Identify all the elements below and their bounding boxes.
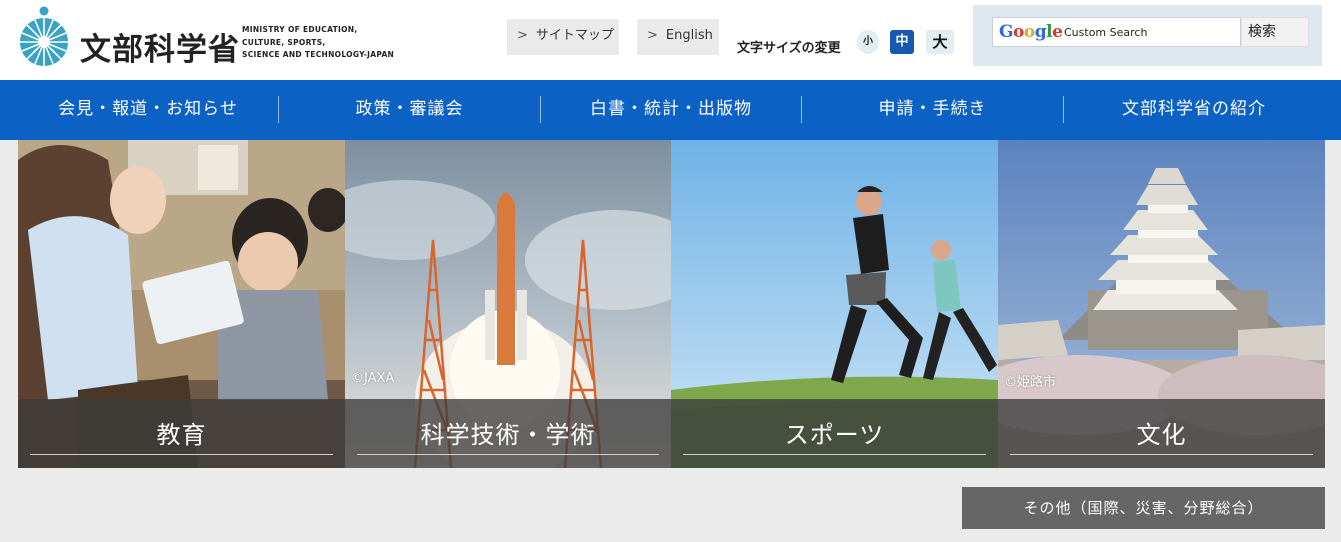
google-logo: Google [999, 22, 1063, 42]
search-area: Google Custom Search 検索 [973, 5, 1322, 66]
tile-caption: 科学技術・学術 [345, 399, 671, 468]
tile-underline [30, 454, 333, 455]
nav-item-policy[interactable]: 政策・審議会 [279, 80, 540, 140]
font-size-large-button[interactable]: 大 [926, 30, 954, 54]
english-link[interactable]: > English [637, 19, 719, 55]
tile-education[interactable]: 教育 [18, 140, 345, 468]
global-nav: 会見・報道・お知らせ 政策・審議会 白書・統計・出版物 申請・手続き 文部科学省… [0, 80, 1341, 140]
tile-label: 文化 [1136, 421, 1187, 449]
mext-logo[interactable]: 文部科学省 MINISTRY OF EDUCATION, CULTURE, SP… [18, 6, 418, 70]
tile-underline [683, 454, 986, 455]
font-size-small-button[interactable]: 小 [857, 30, 879, 54]
search-button[interactable]: 検索 [1241, 17, 1309, 47]
nav-item-application[interactable]: 申請・手続き [802, 80, 1063, 140]
nav-item-whitepaper[interactable]: 白書・統計・出版物 [541, 80, 801, 140]
logo-mark-icon [20, 6, 68, 66]
other-categories-button[interactable]: その他（国際、災害、分野総合） [962, 487, 1325, 529]
tile-caption: スポーツ [671, 399, 998, 468]
nav-item-about[interactable]: 文部科学省の紹介 [1064, 80, 1324, 140]
photo-credit: ©JAXA [351, 371, 395, 386]
custom-search-placeholder: Custom Search [1064, 26, 1148, 39]
logo-title-en: MINISTRY OF EDUCATION, CULTURE, SPORTS, … [242, 25, 395, 59]
tile-underline [357, 454, 659, 455]
nav-item-press[interactable]: 会見・報道・お知らせ [18, 80, 278, 140]
chevron-right-icon: > [647, 28, 658, 43]
tile-science[interactable]: ©JAXA 科学技術・学術 [345, 140, 671, 468]
tile-label: 科学技術・学術 [420, 421, 596, 449]
site-header: 文部科学省 MINISTRY OF EDUCATION, CULTURE, SP… [0, 0, 1341, 80]
sitemap-label: サイトマップ [535, 28, 614, 43]
tile-culture[interactable]: ©姫路市 文化 [998, 140, 1325, 468]
tile-label: スポーツ [784, 421, 885, 449]
chevron-right-icon: > [517, 28, 528, 43]
search-input[interactable]: Google Custom Search [992, 17, 1241, 47]
photo-credit: ©姫路市 [1004, 375, 1057, 390]
tile-underline [1010, 454, 1313, 455]
font-size-medium-button[interactable]: 中 [890, 30, 914, 54]
tile-caption: 文化 [998, 399, 1325, 468]
tile-caption: 教育 [18, 399, 345, 468]
tile-sports[interactable]: スポーツ [671, 140, 998, 468]
font-size-label: 文字サイズの変更 [737, 41, 841, 56]
english-label: English [665, 28, 713, 43]
sitemap-link[interactable]: > サイトマップ [507, 19, 619, 55]
tile-label: 教育 [156, 421, 207, 449]
logo-title-jp: 文部科学省 [80, 32, 240, 68]
